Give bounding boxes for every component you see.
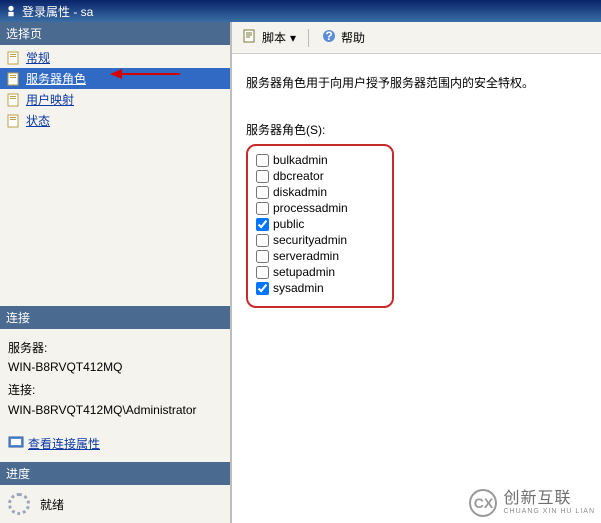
page-icon	[6, 113, 22, 129]
role-checkbox-setupadmin[interactable]	[256, 266, 269, 279]
server-value: WIN-B8RVQT412MQ	[8, 358, 222, 377]
role-row-sysadmin[interactable]: sysadmin	[256, 280, 384, 296]
progress-block: 就绪	[0, 485, 230, 523]
role-label: diskadmin	[273, 185, 327, 199]
view-connection-link[interactable]: 查看连接属性	[8, 434, 100, 456]
connection-value: WIN-B8RVQT412MQ\Administrator	[8, 401, 222, 420]
role-label: serveradmin	[273, 249, 339, 263]
role-label: dbcreator	[273, 169, 324, 183]
role-checkbox-bulkadmin[interactable]	[256, 154, 269, 167]
role-label: setupadmin	[273, 265, 335, 279]
role-label: securityadmin	[273, 233, 347, 247]
role-row-dbcreator[interactable]: dbcreator	[256, 168, 384, 184]
spinner-icon	[8, 493, 30, 515]
nav-item-status[interactable]: 状态	[0, 110, 230, 131]
help-icon: ?	[321, 28, 337, 47]
connection-header: 连接	[0, 306, 230, 329]
nav-item-server-roles[interactable]: 服务器角色	[0, 68, 230, 89]
role-label: bulkadmin	[273, 153, 328, 167]
link-label: 查看连接属性	[28, 435, 100, 454]
page-icon	[6, 92, 22, 108]
role-checkbox-securityadmin[interactable]	[256, 234, 269, 247]
help-button[interactable]: ? 帮助	[317, 26, 369, 49]
role-checkbox-dbcreator[interactable]	[256, 170, 269, 183]
nav-item-user-mapping[interactable]: 用户映射	[0, 89, 230, 110]
nav-label: 状态	[26, 112, 50, 129]
roles-label: 服务器角色(S):	[232, 99, 601, 142]
right-pane: 脚本 ▾ ? 帮助 服务器角色用于向用户授予服务器范围内的安全特权。 服务器角色…	[232, 22, 601, 523]
toolbar: 脚本 ▾ ? 帮助	[232, 22, 601, 54]
page-icon	[6, 50, 22, 66]
connection-info: 服务器: WIN-B8RVQT412MQ 连接: WIN-B8RVQT412MQ…	[0, 329, 230, 462]
page-icon	[6, 71, 22, 87]
nav-label: 用户映射	[26, 91, 74, 108]
nav-item-general[interactable]: 常规	[0, 47, 230, 68]
progress-header: 进度	[0, 462, 230, 485]
role-label: public	[273, 217, 304, 231]
app-icon	[4, 4, 18, 18]
window-title: 登录属性 - sa	[22, 3, 93, 20]
description-text: 服务器角色用于向用户授予服务器范围内的安全特权。	[232, 54, 601, 99]
roles-list: bulkadmin dbcreator diskadmin processadmin p…	[256, 152, 384, 296]
role-row-diskadmin[interactable]: diskadmin	[256, 184, 384, 200]
role-label: processadmin	[273, 201, 348, 215]
nav-label: 服务器角色	[26, 70, 86, 87]
script-button[interactable]: 脚本 ▾	[238, 26, 300, 49]
nav-list: 常规 服务器角色 用户映射 状态	[0, 45, 230, 135]
role-row-securityadmin[interactable]: securityadmin	[256, 232, 384, 248]
progress-status: 就绪	[40, 496, 64, 513]
select-page-header: 选择页	[0, 22, 230, 45]
role-checkbox-diskadmin[interactable]	[256, 186, 269, 199]
role-row-processadmin[interactable]: processadmin	[256, 200, 384, 216]
role-row-bulkadmin[interactable]: bulkadmin	[256, 152, 384, 168]
role-checkbox-sysadmin[interactable]	[256, 282, 269, 295]
script-icon	[242, 28, 258, 47]
title-bar: 登录属性 - sa	[0, 0, 601, 22]
svg-text:?: ?	[325, 29, 332, 43]
role-row-public[interactable]: public	[256, 216, 384, 232]
role-checkbox-serveradmin[interactable]	[256, 250, 269, 263]
help-label: 帮助	[341, 29, 365, 46]
role-row-setupadmin[interactable]: setupadmin	[256, 264, 384, 280]
role-checkbox-public[interactable]	[256, 218, 269, 231]
dropdown-icon: ▾	[290, 31, 296, 45]
role-label: sysadmin	[273, 281, 324, 295]
nav-label: 常规	[26, 49, 50, 66]
server-label: 服务器:	[8, 339, 222, 358]
script-label: 脚本	[262, 29, 286, 46]
role-row-serveradmin[interactable]: serveradmin	[256, 248, 384, 264]
properties-icon	[8, 434, 24, 456]
toolbar-separator	[308, 29, 309, 47]
role-checkbox-processadmin[interactable]	[256, 202, 269, 215]
left-pane: 选择页 常规 服务器角色 用户映射 状态 连接	[0, 22, 232, 523]
connection-label: 连接:	[8, 381, 222, 400]
roles-highlight-box: bulkadmin dbcreator diskadmin processadmin p…	[246, 144, 394, 308]
